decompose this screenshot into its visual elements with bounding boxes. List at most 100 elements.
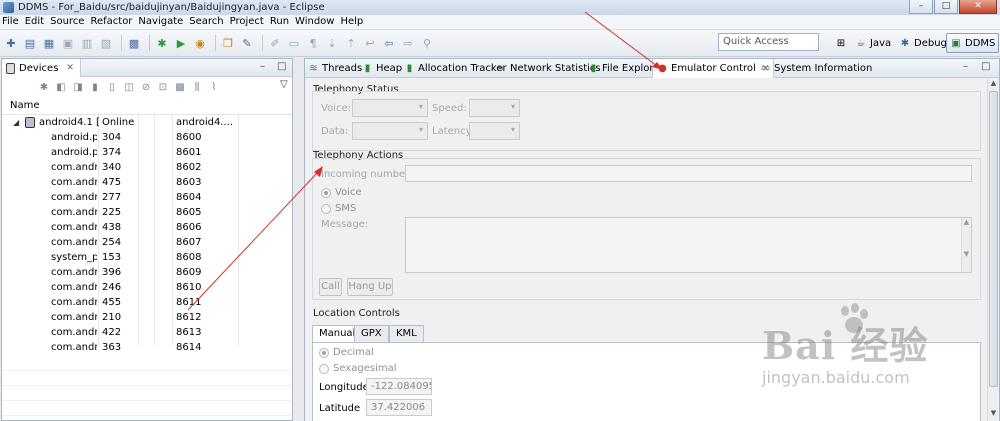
menu-refactor[interactable]: Refactor: [88, 15, 136, 29]
menu-window[interactable]: Window: [293, 15, 338, 29]
hang-up-button[interactable]: Hang Up: [347, 278, 393, 296]
process-row[interactable]: com.andro 210 8612: [2, 310, 292, 325]
speed-combo[interactable]: [469, 99, 520, 117]
decimal-radio[interactable]: Decimal: [319, 347, 374, 358]
device-row[interactable]: ◢ android4.1 [er Online android4....: [2, 115, 292, 130]
message-scrollbar[interactable]: ▲ ▼: [961, 218, 971, 272]
tab-emulator-control[interactable]: ● Emulator Control ✕: [652, 59, 775, 78]
last-edit-icon[interactable]: ↩: [362, 35, 378, 51]
method-profiling-icon[interactable]: ◫: [123, 81, 135, 93]
perspective-java[interactable]: ☕ Java: [852, 33, 894, 53]
process-row[interactable]: com.andro 475 8603: [2, 175, 292, 190]
forward-icon[interactable]: ⇨: [400, 35, 416, 51]
show-whitespace-icon[interactable]: ¶: [305, 35, 321, 51]
scroll-thumb[interactable]: [989, 91, 998, 387]
devices-tab[interactable]: Devices ✕: [2, 59, 81, 77]
emulator-scrollbar[interactable]: ▲ ▼: [987, 79, 999, 421]
process-row[interactable]: com.andro 363 8614: [2, 340, 292, 355]
tab-gpx[interactable]: GPX: [354, 325, 389, 342]
tab-threads[interactable]: ≋ Threads: [308, 59, 362, 78]
process-row[interactable]: com.andro 225 8605: [2, 205, 292, 220]
systrace-icon[interactable]: ⫼: [191, 81, 203, 93]
menu-project[interactable]: Project: [228, 15, 268, 29]
view-menu-icon[interactable]: ▽: [280, 79, 288, 90]
latitude-input[interactable]: 37.422006: [366, 399, 432, 416]
menu-run[interactable]: Run: [268, 15, 293, 29]
latency-combo[interactable]: [469, 122, 520, 140]
menu-help[interactable]: Help: [338, 15, 367, 29]
menu-navigate[interactable]: Navigate: [136, 15, 187, 29]
screen-capture-icon[interactable]: ⊡: [157, 81, 169, 93]
tab-allocation-tracker[interactable]: ▮ Allocation Tracker: [404, 59, 507, 78]
process-row[interactable]: com.andro 422 8613: [2, 325, 292, 340]
maximize-icon[interactable]: □: [277, 61, 286, 72]
search-pen-icon[interactable]: ✎: [239, 35, 255, 51]
debug-icon[interactable]: ✱: [154, 35, 170, 51]
tab-system-information[interactable]: ▭ System Information: [760, 59, 873, 78]
process-row[interactable]: com.andro 438 8606: [2, 220, 292, 235]
scroll-up-icon[interactable]: ▲: [988, 79, 999, 91]
voice-combo[interactable]: [352, 99, 428, 117]
dump-view-icon[interactable]: ▩: [174, 81, 186, 93]
tab-heap[interactable]: ▮ Heap: [362, 59, 402, 78]
minimize-icon[interactable]: –: [963, 61, 968, 72]
menu-file[interactable]: File: [0, 15, 23, 29]
new-icon[interactable]: ✚: [3, 35, 19, 51]
minimize-button[interactable]: –: [909, 0, 933, 14]
android-sdk-icon[interactable]: ▩: [126, 35, 142, 51]
menu-search[interactable]: Search: [187, 15, 227, 29]
close-icon[interactable]: ✕: [66, 63, 74, 73]
scroll-down-icon[interactable]: ▼: [988, 409, 999, 421]
minimize-icon[interactable]: –: [260, 61, 265, 72]
open-type-icon[interactable]: ▤: [22, 35, 38, 51]
process-row[interactable]: android.pr 304 8600: [2, 130, 292, 145]
run-icon[interactable]: ▶: [173, 35, 189, 51]
process-row[interactable]: com.andro 340 8602: [2, 160, 292, 175]
stop-process-icon[interactable]: ⊘: [140, 81, 152, 93]
new-package-icon[interactable]: ▦: [41, 35, 57, 51]
dump-hprof-icon[interactable]: ◨: [72, 81, 84, 93]
perspective-ddms[interactable]: ▣ DDMS: [946, 33, 1000, 53]
menu-source[interactable]: Source: [48, 15, 88, 29]
process-row[interactable]: com.andro 396 8609: [2, 265, 292, 280]
close-button[interactable]: ✕: [959, 0, 997, 14]
perspective-debug[interactable]: ✱ Debug: [896, 33, 950, 53]
tab-kml[interactable]: KML: [389, 325, 424, 342]
process-row[interactable]: system_prc 153 8608: [2, 250, 292, 265]
process-row[interactable]: com.andro 254 8607: [2, 235, 292, 250]
next-annotation-icon[interactable]: ⇣: [324, 35, 340, 51]
update-threads-icon[interactable]: ▯: [106, 81, 118, 93]
open-perspective-button[interactable]: ⊞: [832, 33, 853, 53]
debug-process-icon[interactable]: ✱: [38, 81, 50, 93]
back-icon[interactable]: ⇦: [381, 35, 397, 51]
message-textarea[interactable]: ▲ ▼: [405, 217, 972, 273]
process-row[interactable]: android.pr 374 8601: [2, 145, 292, 160]
incoming-number-input[interactable]: [405, 165, 972, 182]
pin-icon[interactable]: ⚲: [419, 35, 435, 51]
tab-network-statistics[interactable]: ≈ Network Statistics: [496, 59, 600, 78]
longitude-input[interactable]: -122.084095: [366, 378, 432, 395]
column-name[interactable]: Name: [10, 100, 40, 111]
update-heap-icon[interactable]: ◧: [55, 81, 67, 93]
process-row[interactable]: com.andro 246 8610: [2, 280, 292, 295]
prev-annotation-icon[interactable]: ⇡: [343, 35, 359, 51]
print-icon[interactable]: ▧: [98, 35, 114, 51]
process-row[interactable]: com.andro 455 8611: [2, 295, 292, 310]
save-all-icon[interactable]: ▥: [79, 35, 95, 51]
maximize-icon[interactable]: □: [981, 61, 990, 72]
process-row[interactable]: com.andro 277 8604: [2, 190, 292, 205]
menu-edit[interactable]: Edit: [23, 15, 48, 29]
open-folder-icon[interactable]: ❒: [220, 35, 236, 51]
opengl-trace-icon[interactable]: ⌇: [208, 81, 220, 93]
voice-radio[interactable]: Voice: [321, 187, 362, 198]
quick-access-input[interactable]: Quick Access: [718, 33, 819, 51]
external-tools-icon[interactable]: ◉: [192, 35, 208, 51]
maximize-button[interactable]: □: [934, 0, 958, 14]
save-icon[interactable]: ▣: [60, 35, 76, 51]
data-combo[interactable]: [352, 122, 428, 140]
expand-arrow-icon[interactable]: ◢: [13, 115, 19, 130]
sexagesimal-radio[interactable]: Sexagesimal: [319, 363, 397, 374]
toggle-block-icon[interactable]: ▭: [286, 35, 302, 51]
toggle-mark-icon[interactable]: ✐: [267, 35, 283, 51]
call-button[interactable]: Call: [319, 278, 342, 296]
